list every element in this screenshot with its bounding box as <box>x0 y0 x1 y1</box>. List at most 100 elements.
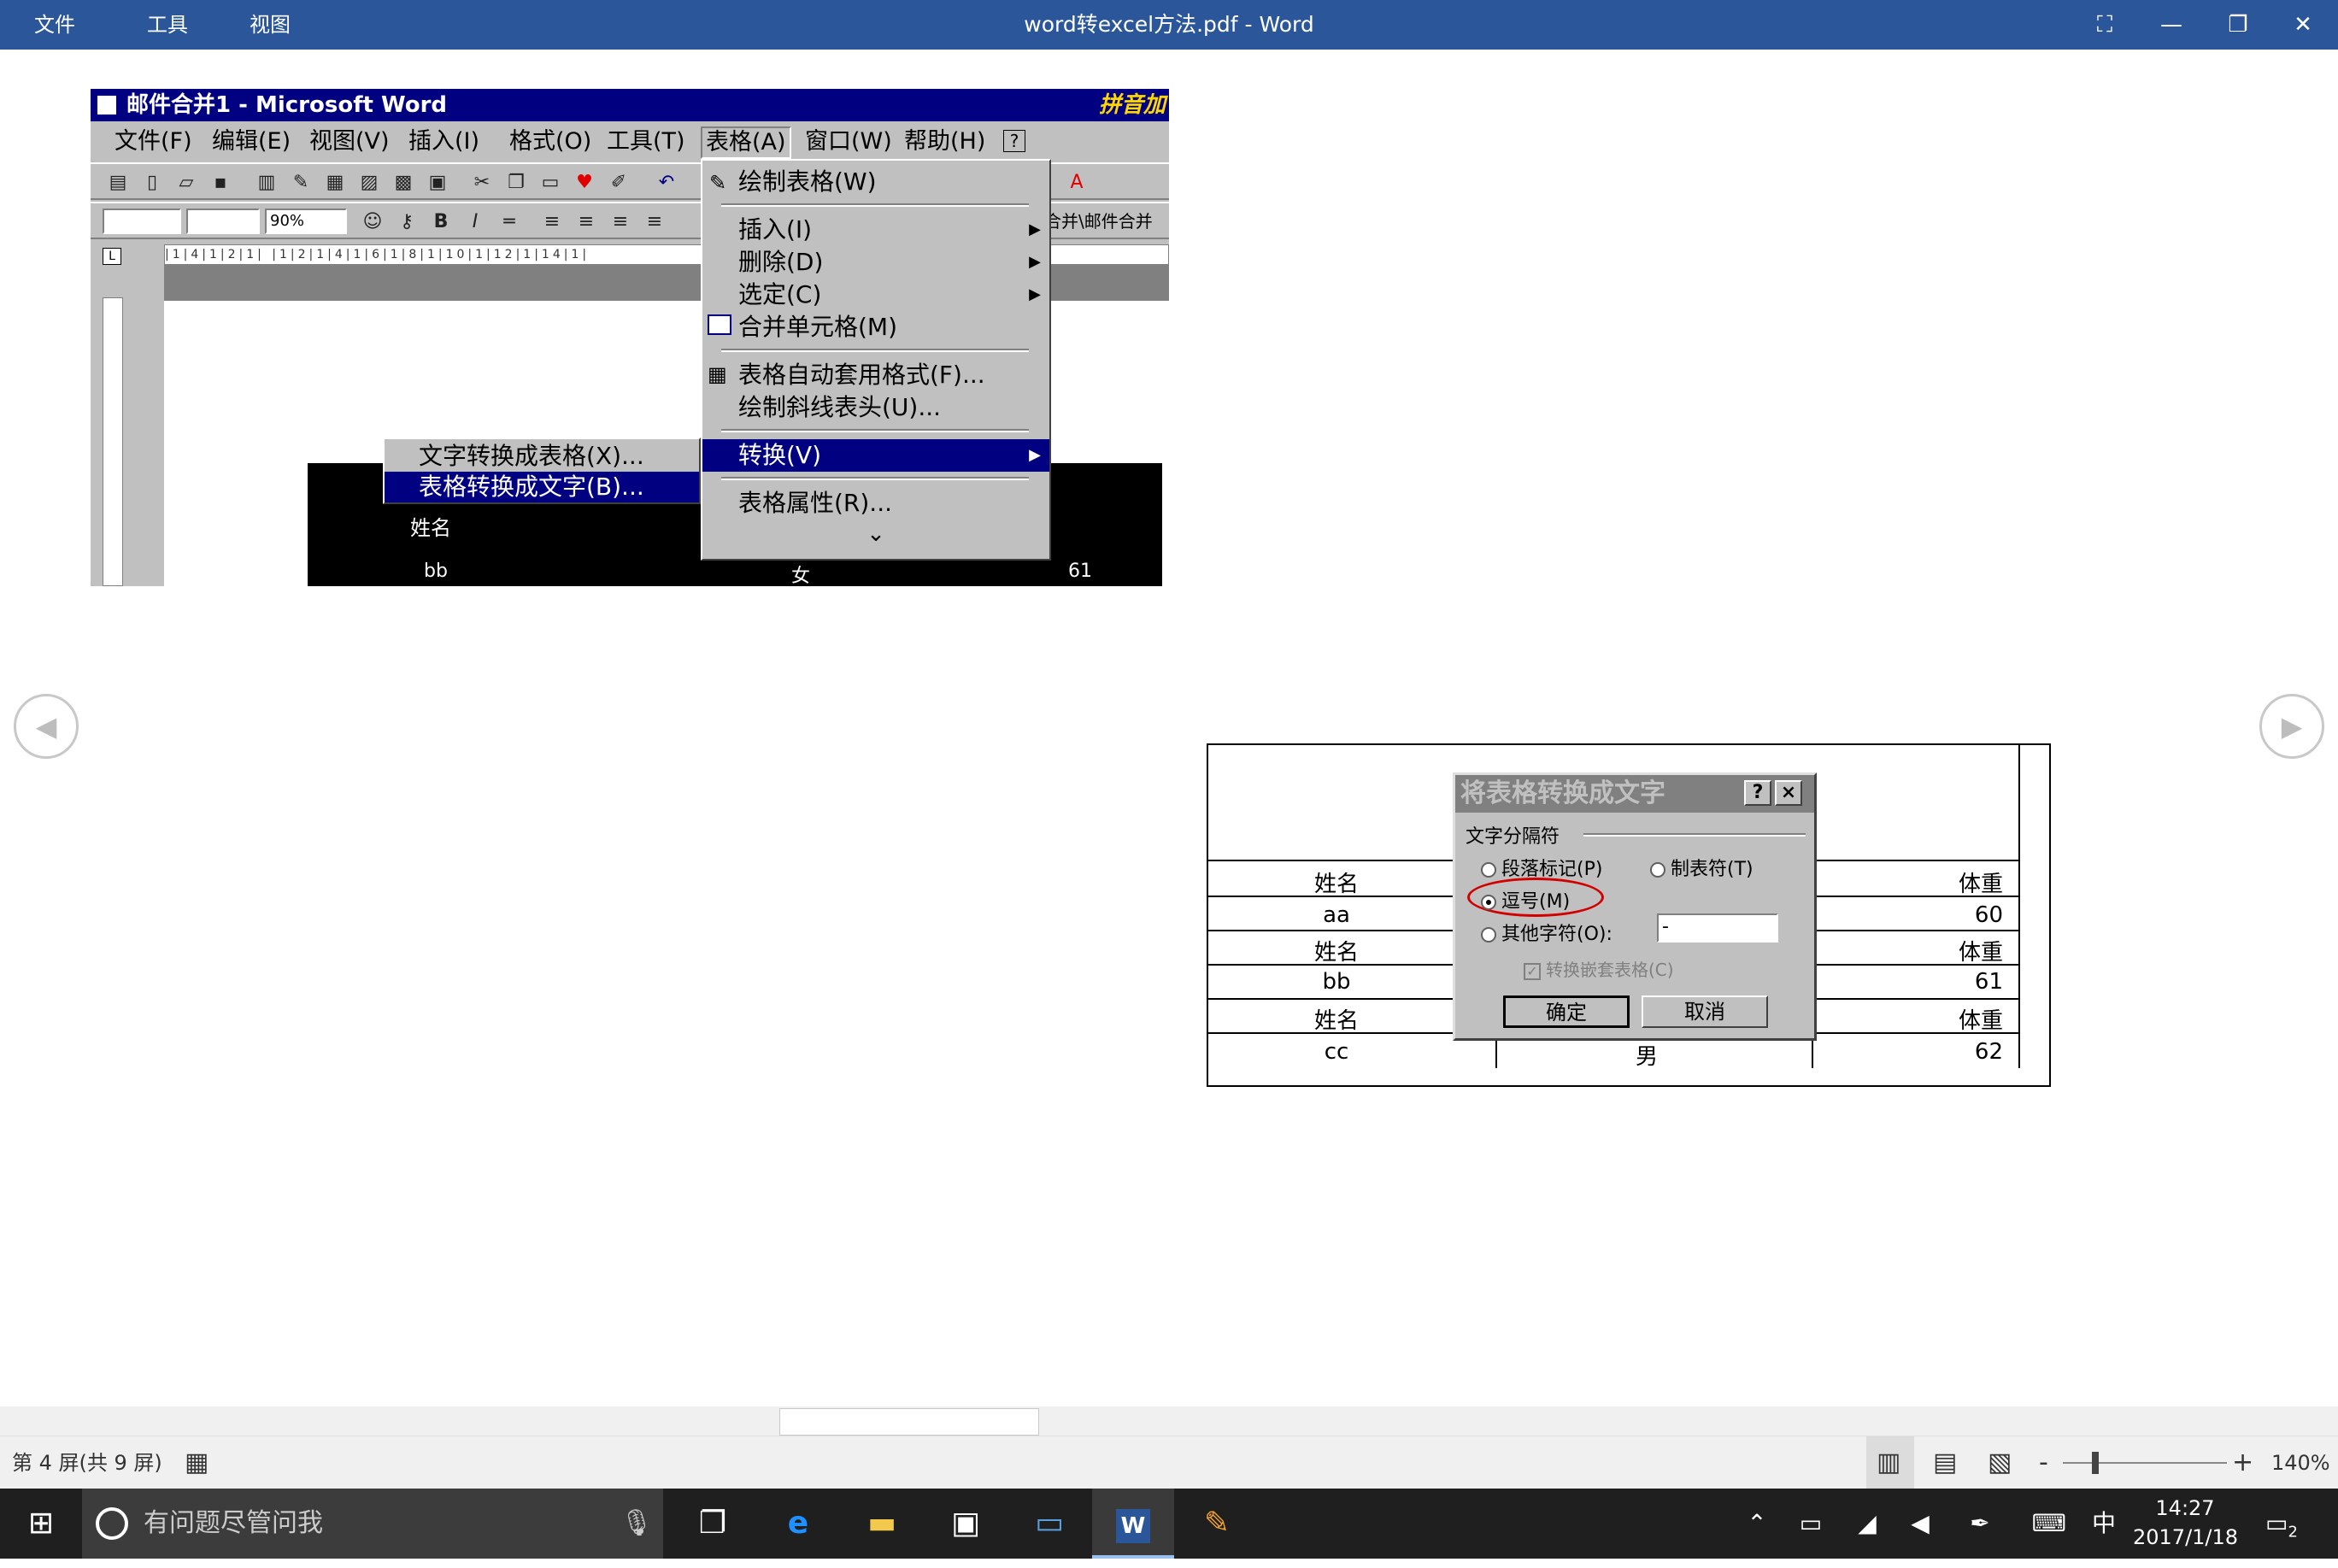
help-question-icon[interactable]: ? <box>1003 130 1025 152</box>
menu-item-properties[interactable]: 表格属性(R)... <box>702 487 1049 520</box>
menu-item-text-to-table[interactable]: 文字转换成表格(X)... <box>385 441 699 472</box>
layout-icon[interactable]: ▦ <box>185 1436 209 1489</box>
start-button[interactable]: ⊞ <box>0 1489 82 1559</box>
radio-other[interactable]: 其他字符(O): <box>1481 919 1613 946</box>
dialog-close-button[interactable]: × <box>1775 780 1802 806</box>
menu-item-insert[interactable]: 插入(I) ▶ <box>702 214 1049 246</box>
microphone-icon[interactable]: 🎙 <box>620 1489 653 1559</box>
font-select[interactable] <box>186 208 260 234</box>
menu-view[interactable]: 视图 <box>250 0 291 50</box>
web-layout-icon[interactable]: ▧ <box>1988 1436 2012 1489</box>
page-info: 第 4 屏(共 9 屏) <box>12 1451 162 1475</box>
radio-tab[interactable]: 制表符(T) <box>1650 854 1754 881</box>
menu-item-table-to-text[interactable]: 表格转换成文字(B)... <box>385 472 699 502</box>
help-button[interactable]: ? <box>1744 780 1771 806</box>
zoom-slider-thumb[interactable] <box>2092 1452 2100 1474</box>
style-select[interactable] <box>103 208 181 234</box>
fullscreen-icon[interactable]: ⛶ <box>2075 0 2135 50</box>
menu-item-delete[interactable]: 删除(D) ▶ <box>702 246 1049 279</box>
wifi-icon[interactable]: ◢ <box>1846 1489 1889 1559</box>
align-right-icon[interactable]: ≡ <box>608 210 632 234</box>
align-center-icon[interactable]: ≡ <box>574 210 598 234</box>
zoom-select[interactable]: 90% <box>265 208 347 234</box>
other-char-input[interactable]: - <box>1657 913 1778 943</box>
w97-menu-format[interactable]: 格式(O) <box>509 125 591 159</box>
save-icon[interactable]: ▪ <box>209 171 232 195</box>
paste-icon[interactable]: ▭ <box>538 171 562 195</box>
search-box[interactable]: 有问题尽管问我 🎙 <box>82 1489 663 1559</box>
menu-item-diag-header[interactable]: 绘制斜线表头(U)... <box>702 391 1049 424</box>
book-icon[interactable]: ▥ <box>255 171 279 195</box>
print-layout-icon[interactable]: ▤ <box>1933 1436 1957 1489</box>
zoom-level[interactable]: 140% <box>2271 1436 2330 1489</box>
close-button[interactable]: ✕ <box>2273 0 2333 50</box>
file-explorer-icon[interactable]: ▬ <box>841 1489 923 1559</box>
next-page-button[interactable]: ▶ <box>2259 694 2324 759</box>
open-folder-icon[interactable]: ▱ <box>174 171 198 195</box>
previous-page-button[interactable]: ◀ <box>14 694 79 759</box>
italic-icon[interactable]: I <box>463 210 487 234</box>
horizontal-scrollbar[interactable] <box>0 1407 2338 1436</box>
w97-menu-help[interactable]: 帮助(H) <box>904 125 985 159</box>
menu-tools[interactable]: 工具 <box>147 0 188 50</box>
nested-checkbox[interactable]: ✓ 转换嵌套表格(C) <box>1524 956 1674 981</box>
cancel-button[interactable]: 取消 <box>1642 995 1768 1028</box>
tab-stop-icon[interactable]: L <box>103 248 121 265</box>
zoom-slider-track[interactable] <box>2063 1462 2227 1464</box>
store-icon[interactable]: ▣ <box>925 1489 1007 1559</box>
clock[interactable]: 14:27 2017/1/18 <box>2133 1494 2238 1552</box>
print-preview-icon[interactable]: ▤ <box>106 171 130 195</box>
volume-icon[interactable]: ◀ <box>1899 1489 1941 1559</box>
keyboard-icon[interactable]: ⌨ <box>2025 1489 2073 1559</box>
battery-icon[interactable]: ▭ <box>1789 1489 1832 1559</box>
paint-icon[interactable]: ✎ <box>1176 1489 1258 1559</box>
w97-menu-view[interactable]: 视图(V) <box>309 125 390 159</box>
key-icon[interactable]: ⚷ <box>395 210 419 234</box>
w97-menu-file[interactable]: 文件(F) <box>115 125 192 159</box>
menu-item-convert[interactable]: 转换(V) ▶ <box>702 439 1049 472</box>
bold-icon[interactable]: B <box>429 210 453 234</box>
scrollbar-thumb[interactable] <box>779 1408 1039 1436</box>
align-left-icon[interactable]: ≡ <box>540 210 564 234</box>
smiley-icon[interactable]: ☺ <box>361 210 385 234</box>
cut-icon[interactable]: ✂ <box>470 171 494 195</box>
grid-icon[interactable]: ▩ <box>391 171 415 195</box>
w97-menu-edit[interactable]: 编辑(E) <box>212 125 291 159</box>
copy-icon[interactable]: ❐ <box>504 171 528 195</box>
new-doc-icon[interactable]: ▯ <box>140 171 164 195</box>
w97-menu-window[interactable]: 窗口(W) <box>805 125 892 159</box>
font-color-icon[interactable]: A <box>1065 171 1089 195</box>
expand-chevron-icon[interactable]: ⌄ <box>702 521 1049 547</box>
radio-comma[interactable]: 逗号(M) <box>1481 886 1570 913</box>
zoom-in-button[interactable]: + <box>2232 1436 2253 1489</box>
menu-item-select[interactable]: 选定(C) ▶ <box>702 279 1049 311</box>
zoom-out-button[interactable]: - <box>2039 1436 2048 1489</box>
pen-icon[interactable]: ✒ <box>1959 1489 2001 1559</box>
remote-desktop-icon[interactable]: ▭ <box>1008 1489 1090 1559</box>
restore-button[interactable]: ❐ <box>2208 0 2268 50</box>
edge-icon[interactable]: e <box>757 1489 839 1559</box>
word-taskbar-button[interactable]: W <box>1092 1489 1174 1559</box>
notification-center-button[interactable]: ▭2 <box>2256 1489 2307 1559</box>
preview-icon[interactable]: ▨ <box>357 171 381 195</box>
show-hidden-icons[interactable]: ⌃ <box>1740 1489 1774 1559</box>
print-icon[interactable]: ▦ <box>323 171 347 195</box>
menu-file[interactable]: 文件 <box>34 0 75 50</box>
task-view-icon[interactable]: ❐ <box>672 1489 754 1559</box>
justify-icon[interactable]: ≡ <box>643 210 667 234</box>
spell-icon[interactable]: ✎ <box>289 171 313 195</box>
underline-icon[interactable]: ═ <box>497 210 521 234</box>
doc-map-icon[interactable]: ▣ <box>426 171 449 195</box>
menu-item-draw-table[interactable]: 绘制表格(W) <box>702 166 1049 198</box>
menu-item-merge-cells[interactable]: 合并单元格(M) <box>702 311 1049 344</box>
ok-button[interactable]: 确定 <box>1503 995 1630 1028</box>
minimize-button[interactable]: — <box>2141 0 2201 50</box>
menu-item-autoformat[interactable]: 表格自动套用格式(F)... <box>702 359 1049 391</box>
w97-menu-table[interactable]: 表格(A) <box>701 126 791 159</box>
w97-menu-insert[interactable]: 插入(I) <box>408 125 479 159</box>
w97-menu-tools[interactable]: 工具(T) <box>607 125 685 159</box>
undo-icon[interactable]: ↶ <box>655 171 678 195</box>
ime-indicator[interactable]: 中 <box>2087 1489 2121 1559</box>
format-painter-icon[interactable]: ✐ <box>607 171 631 195</box>
heart-icon[interactable]: ♥ <box>573 171 596 195</box>
